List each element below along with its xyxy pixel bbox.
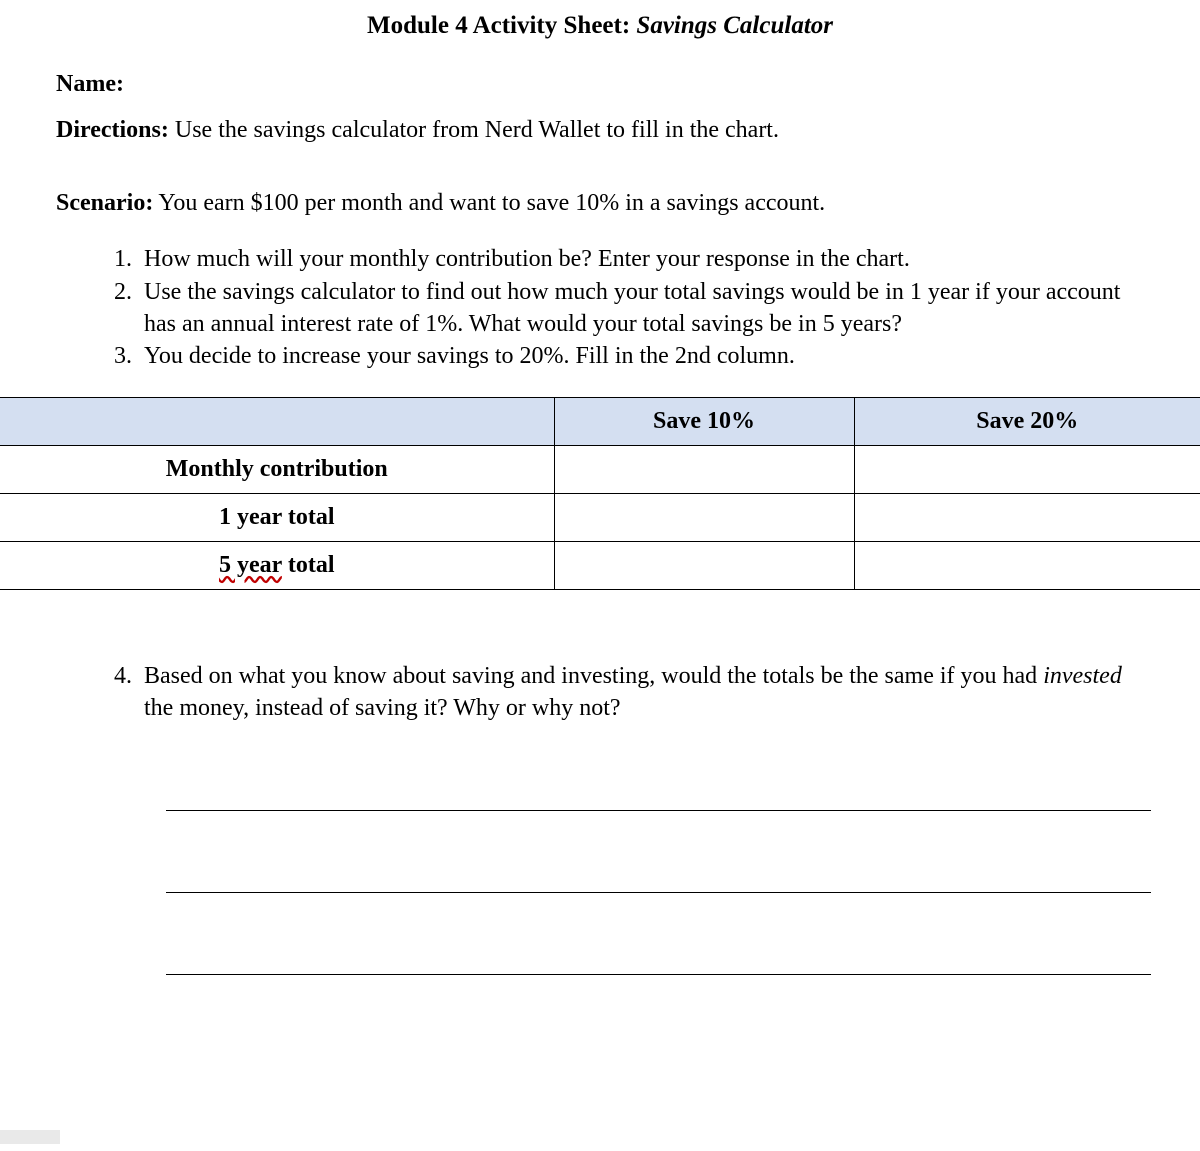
- answer-lines: [166, 785, 1144, 975]
- answer-line-1[interactable]: [166, 785, 1151, 811]
- scenario-label: Scenario:: [56, 190, 153, 216]
- title-suffix: Savings Calculator: [636, 12, 833, 39]
- savings-table: Save 10% Save 20% Monthly contribution 1…: [0, 397, 1200, 590]
- directions-line: Directions: Use the savings calculator f…: [56, 114, 1144, 146]
- row-label-5yr: 5 year total: [0, 541, 554, 589]
- table-header-row: Save 10% Save 20%: [0, 397, 1200, 445]
- name-line: Name:: [56, 68, 1144, 100]
- worksheet-page: Module 4 Activity Sheet: Savings Calcula…: [0, 0, 1200, 1151]
- cell-5yr-20[interactable]: [854, 541, 1200, 589]
- question-4-list: Based on what you know about saving and …: [56, 660, 1144, 725]
- question-2: Use the savings calculator to find out h…: [138, 276, 1144, 341]
- cell-5yr-10[interactable]: [554, 541, 854, 589]
- q4-post: the money, instead of saving it? Why or …: [144, 695, 621, 721]
- header-blank: [0, 397, 554, 445]
- cell-1yr-10[interactable]: [554, 493, 854, 541]
- cell-monthly-10[interactable]: [554, 445, 854, 493]
- row-label-5yr-suffix: total: [282, 552, 335, 578]
- question-4: Based on what you know about saving and …: [138, 660, 1144, 725]
- page-title: Module 4 Activity Sheet: Savings Calcula…: [56, 12, 1144, 40]
- header-save-10: Save 10%: [554, 397, 854, 445]
- scenario-text: You earn $100 per month and want to save…: [153, 190, 825, 216]
- q4-pre: Based on what you know about saving and …: [144, 663, 1043, 689]
- savings-table-wrap: Save 10% Save 20% Monthly contribution 1…: [0, 397, 1200, 590]
- row-label-5yr-prefix: 5 year: [219, 552, 282, 578]
- question-3: You decide to increase your savings to 2…: [138, 340, 1144, 372]
- row-label-1yr: 1 year total: [0, 493, 554, 541]
- name-input[interactable]: [130, 71, 630, 98]
- answer-line-3[interactable]: [166, 949, 1151, 975]
- q4-ital: invested: [1043, 663, 1122, 689]
- row-label-monthly: Monthly contribution: [0, 445, 554, 493]
- questions-list: How much will your monthly contribution …: [56, 243, 1144, 373]
- answer-line-2[interactable]: [166, 867, 1151, 893]
- directions-text: Use the savings calculator from Nerd Wal…: [169, 117, 779, 143]
- table-row: 1 year total: [0, 493, 1200, 541]
- directions-label: Directions:: [56, 117, 169, 143]
- cell-monthly-20[interactable]: [854, 445, 1200, 493]
- cell-1yr-20[interactable]: [854, 493, 1200, 541]
- title-prefix: Module 4 Activity Sheet:: [367, 12, 636, 39]
- question-1: How much will your monthly contribution …: [138, 243, 1144, 275]
- scenario-line: Scenario: You earn $100 per month and wa…: [56, 187, 1144, 219]
- name-label: Name:: [56, 71, 124, 97]
- header-save-20: Save 20%: [854, 397, 1200, 445]
- table-row: 5 year total: [0, 541, 1200, 589]
- table-row: Monthly contribution: [0, 445, 1200, 493]
- page-edge-decoration: [0, 1130, 60, 1144]
